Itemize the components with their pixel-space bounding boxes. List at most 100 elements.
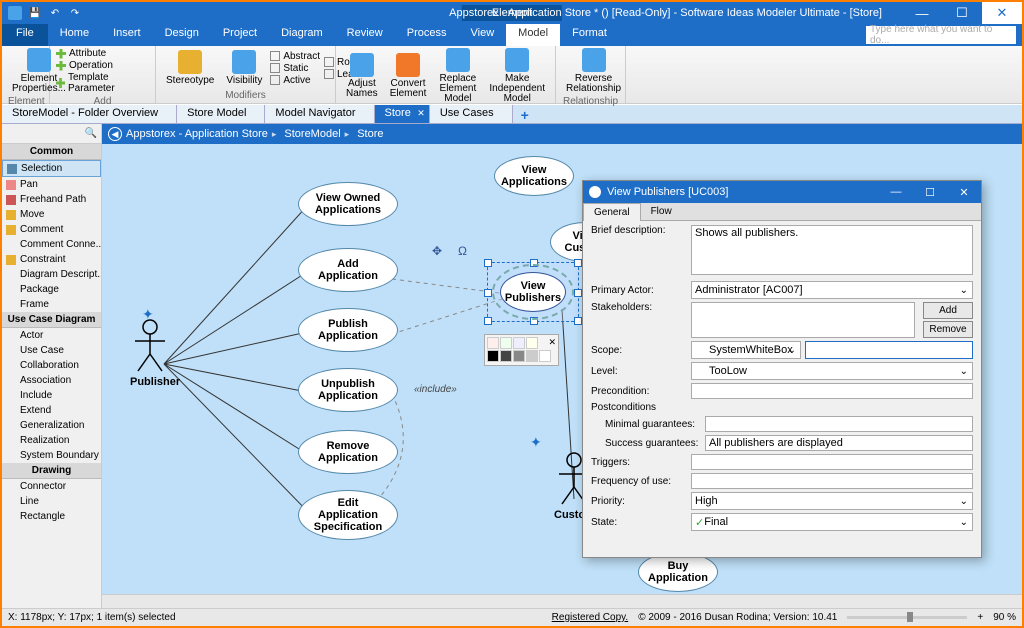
close-icon[interactable]: ✕ — [417, 108, 425, 119]
add-operation-button[interactable]: Operation — [56, 60, 149, 71]
stakeholders-list[interactable] — [691, 302, 915, 338]
triggers-field[interactable] — [691, 454, 973, 470]
brief-description-field[interactable] — [691, 225, 973, 275]
tool-comment-conn[interactable]: Comment Conne.. — [2, 237, 101, 252]
dialog-close-button[interactable]: ✕ — [947, 181, 981, 203]
menu-process[interactable]: Process — [395, 24, 459, 46]
static-checkbox[interactable]: Static — [270, 63, 320, 74]
add-icon[interactable]: ✦ — [142, 306, 154, 323]
tool-frame[interactable]: Frame — [2, 297, 101, 312]
move-handle-icon[interactable]: ✥ — [432, 244, 442, 258]
menu-file[interactable]: File — [2, 24, 48, 46]
usecase-view-owned[interactable]: View OwnedApplications — [298, 182, 398, 226]
toolbox-header-ucd[interactable]: Use Case Diagram — [2, 312, 101, 328]
tool-connector[interactable]: Connector — [2, 479, 101, 494]
menu-model[interactable]: Model — [506, 24, 560, 46]
search-input[interactable]: Type here what you want to do... — [866, 26, 1016, 44]
mini-toolbar[interactable]: ✕ — [484, 334, 559, 366]
close-button[interactable]: ✕ — [982, 2, 1022, 24]
tool-system-boundary[interactable]: System Boundary — [2, 448, 101, 463]
dialog-minimize-button[interactable]: — — [879, 181, 913, 203]
add-stakeholder-button[interactable]: Add — [923, 302, 973, 319]
horizontal-scrollbar[interactable] — [102, 594, 1022, 608]
tool-move[interactable]: Move — [2, 207, 101, 222]
toolbox-header-common[interactable]: Common — [2, 144, 101, 160]
menu-home[interactable]: Home — [48, 24, 101, 46]
usecase-unpublish[interactable]: UnpublishApplication — [298, 368, 398, 412]
tool-line[interactable]: Line — [2, 494, 101, 509]
convert-element-button[interactable]: ConvertElement — [386, 53, 431, 99]
usecase-view-apps[interactable]: ViewApplications — [494, 156, 574, 196]
abstract-checkbox[interactable]: Abstract — [270, 51, 320, 62]
breadcrumb-item[interactable]: StoreModel — [284, 128, 353, 140]
priority-select[interactable]: High — [691, 492, 973, 510]
tool-include[interactable]: Include — [2, 388, 101, 403]
adjust-names-button[interactable]: AdjustNames — [342, 53, 382, 99]
tab-model-navigator[interactable]: Model Navigator — [265, 105, 374, 123]
tool-collaboration[interactable]: Collaboration — [2, 358, 101, 373]
menu-project[interactable]: Project — [211, 24, 269, 46]
add-template-parameter-button[interactable]: Template Parameter — [56, 72, 149, 94]
breadcrumb-item[interactable]: Store — [357, 128, 383, 140]
frequency-field[interactable] — [691, 473, 973, 489]
add-attribute-button[interactable]: Attribute — [56, 48, 149, 59]
tab-store[interactable]: Store✕ — [375, 105, 430, 123]
toolbox-header-drawing[interactable]: Drawing — [2, 463, 101, 479]
zoom-slider[interactable] — [847, 616, 967, 619]
breadcrumb-item[interactable]: Appstorex - Application Store — [126, 128, 280, 140]
tool-usecase[interactable]: Use Case — [2, 343, 101, 358]
reverse-relationship-button[interactable]: ReverseRelationship — [562, 48, 625, 94]
menu-diagram[interactable]: Diagram — [269, 24, 335, 46]
tool-package[interactable]: Package — [2, 282, 101, 297]
tool-comment[interactable]: Comment — [2, 222, 101, 237]
usecase-remove[interactable]: RemoveApplication — [298, 430, 398, 474]
usecase-publish[interactable]: PublishApplication — [298, 308, 398, 352]
tool-rectangle[interactable]: Rectangle — [2, 509, 101, 524]
rotate-handle-icon[interactable]: Ω — [458, 244, 467, 258]
maximize-button[interactable]: ☐ — [942, 2, 982, 24]
menu-review[interactable]: Review — [335, 24, 395, 46]
active-checkbox[interactable]: Active — [270, 75, 320, 86]
toolbox-search[interactable]: 🔍 — [2, 124, 101, 144]
menu-insert[interactable]: Insert — [101, 24, 153, 46]
tab-storemodel-folder[interactable]: StoreModel - Folder Overview — [2, 105, 177, 123]
tool-diagram-desc[interactable]: Diagram Descript.. — [2, 267, 101, 282]
dialog-maximize-button[interactable]: ☐ — [913, 181, 947, 203]
tool-generalization[interactable]: Generalization — [2, 418, 101, 433]
dialog-titlebar[interactable]: View Publishers [UC003] — ☐ ✕ — [583, 181, 981, 203]
scope-input[interactable] — [805, 341, 973, 359]
menu-format[interactable]: Format — [560, 24, 619, 46]
usecase-add-app[interactable]: AddApplication — [298, 248, 398, 292]
precondition-field[interactable] — [691, 383, 973, 399]
undo-icon[interactable]: ↶ — [48, 6, 62, 20]
scope-select[interactable]: SystemWhiteBox — [691, 341, 801, 359]
redo-icon[interactable]: ↷ — [68, 6, 82, 20]
primary-actor-select[interactable]: Administrator [AC007] — [691, 281, 973, 299]
tool-extend[interactable]: Extend — [2, 403, 101, 418]
usecase-buy[interactable]: BuyApplication — [638, 552, 718, 592]
save-icon[interactable]: 💾 — [28, 6, 42, 20]
tab-store-model[interactable]: Store Model — [177, 105, 265, 123]
replace-element-model-button[interactable]: ReplaceElement Model — [434, 48, 481, 104]
minimize-button[interactable]: — — [902, 2, 942, 24]
tool-freehand[interactable]: Freehand Path — [2, 192, 101, 207]
make-independent-model-button[interactable]: Make IndependentModel — [485, 48, 549, 104]
tab-use-cases[interactable]: Use Cases — [430, 105, 513, 123]
nav-back-icon[interactable]: ◀ — [108, 127, 122, 141]
actor-publisher[interactable]: Publisher — [130, 319, 180, 388]
dialog-tab-flow[interactable]: Flow — [641, 203, 682, 220]
tool-selection[interactable]: Selection — [2, 160, 101, 177]
remove-stakeholder-button[interactable]: Remove — [923, 321, 973, 338]
dialog-tab-general[interactable]: General — [583, 203, 641, 221]
menu-design[interactable]: Design — [153, 24, 211, 46]
success-guarantees-field[interactable] — [705, 435, 973, 451]
state-select[interactable]: ✓ Final — [691, 513, 973, 531]
zoom-plus-icon[interactable]: + — [977, 612, 983, 623]
diagram-canvas[interactable]: Publisher Customer ✦ ✦ View OwnedApplica… — [102, 144, 1022, 594]
visibility-button[interactable]: Visibility — [222, 50, 266, 86]
tool-actor[interactable]: Actor — [2, 328, 101, 343]
minimal-guarantees-field[interactable] — [705, 416, 973, 432]
properties-dialog[interactable]: View Publishers [UC003] — ☐ ✕ General Fl… — [582, 180, 982, 558]
level-select[interactable]: TooLow — [691, 362, 973, 380]
tool-association[interactable]: Association — [2, 373, 101, 388]
